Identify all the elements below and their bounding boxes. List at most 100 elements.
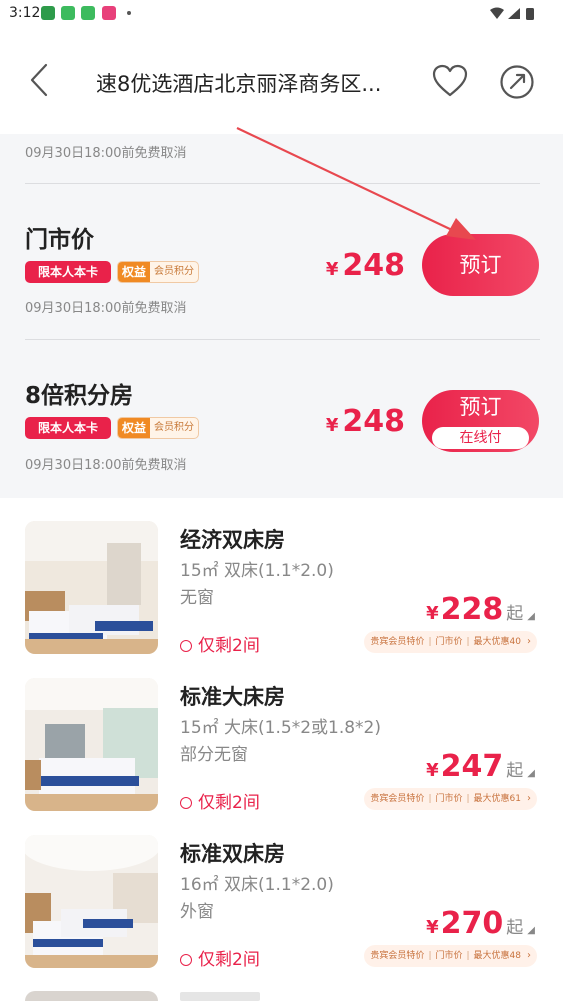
discount-tags[interactable]: 贵宾会员特价 | 门市价 | 最大优惠48 › <box>364 945 537 967</box>
room-photo[interactable] <box>25 678 158 811</box>
discount-tags[interactable]: 贵宾会员特价 | 门市价 | 最大优惠40 › <box>364 631 537 653</box>
vip-price-tag: 贵宾会员特价 <box>370 794 425 804</box>
alarm-clock-icon <box>180 797 192 809</box>
room-photo[interactable] <box>25 835 158 968</box>
back-button[interactable] <box>24 62 56 98</box>
rooms-remaining: 仅剩2间 <box>180 945 260 970</box>
price-value: 247 <box>440 749 504 784</box>
room-photo-image <box>25 521 158 654</box>
pay-online-label: 在线付 <box>432 427 529 449</box>
rack-rate-tag: 门市价 <box>435 637 463 647</box>
divider <box>25 183 540 184</box>
rack-rate-tag: 门市价 <box>435 794 463 804</box>
member-card-tag: 限本人本卡 <box>25 417 111 439</box>
room-spec: 15㎡ 双床(1.1*2.0) <box>180 561 334 581</box>
price-suffix: 起 <box>506 918 524 938</box>
room-window: 外窗 <box>180 902 214 922</box>
expand-triangle-icon: ◢ <box>527 925 535 936</box>
status-bar: 3:12 <box>0 0 563 28</box>
perk-tag: 权益 会员积分 <box>117 261 199 283</box>
chevron-right-icon: › <box>527 950 531 961</box>
system-status-icons <box>489 6 537 25</box>
room-photo-image <box>25 678 158 811</box>
room-window: 部分无窗 <box>180 745 248 765</box>
vip-price-tag: 贵宾会员特价 <box>370 951 425 961</box>
room-spec: 16㎡ 双床(1.1*2.0) <box>180 875 334 895</box>
room-photo-partial[interactable] <box>25 991 158 1001</box>
room-name: 标准大床房 <box>180 685 285 709</box>
rooms-remaining: 仅剩2间 <box>180 631 260 656</box>
room-price[interactable]: ¥270 起 ◢ <box>426 906 535 941</box>
rate-price: ¥248 <box>326 404 405 439</box>
member-card-tag: 限本人本卡 <box>25 261 111 283</box>
perk-tag-detail: 会员积分 <box>154 266 194 277</box>
room-photo[interactable] <box>25 521 158 654</box>
perk-tag-label: 权益 <box>118 418 150 438</box>
currency-symbol: ¥ <box>426 603 439 624</box>
rooms-remaining-text: 仅剩2间 <box>198 636 260 656</box>
rooms-remaining-text: 仅剩2间 <box>198 793 260 813</box>
hotel-title: 速8优选酒店北京丽泽商务区... <box>96 72 382 96</box>
room-photo-image <box>25 835 158 968</box>
expand-triangle-icon: ◢ <box>527 611 535 622</box>
rooms-remaining: 仅剩2间 <box>180 788 260 813</box>
price-suffix: 起 <box>506 761 524 781</box>
room-window: 无窗 <box>180 588 214 608</box>
favorite-button[interactable] <box>432 64 468 98</box>
currency-symbol: ¥ <box>325 415 339 436</box>
book-button[interactable]: 预订 <box>422 234 539 296</box>
price-value: 270 <box>440 906 504 941</box>
notification-app-icon <box>41 6 55 20</box>
nav-bar: 速8优选酒店北京丽泽商务区... <box>0 28 563 134</box>
room-spec: 15㎡ 大床(1.5*2或1.8*2) <box>180 718 382 738</box>
room-name: 经济双床房 <box>180 528 285 552</box>
price-value: 228 <box>440 592 504 627</box>
max-discount-tag: 最大优惠61 <box>473 794 521 804</box>
room-name-partial <box>180 992 260 1001</box>
alarm-clock-icon <box>180 640 192 652</box>
app-icon-pink <box>102 6 116 20</box>
max-discount-tag: 最大优惠40 <box>473 637 521 647</box>
chevron-right-icon: › <box>527 636 531 647</box>
max-discount-tag: 最大优惠48 <box>473 951 521 961</box>
discount-tags[interactable]: 贵宾会员特价 | 门市价 | 最大优惠61 › <box>364 788 537 810</box>
wifi-signal-battery-icon <box>490 7 534 20</box>
book-button-label: 预订 <box>459 253 502 277</box>
more-notifications-dot <box>127 11 131 15</box>
currency-symbol: ¥ <box>426 760 439 781</box>
rack-rate-tag: 门市价 <box>435 951 463 961</box>
heart-icon <box>432 64 468 97</box>
cancel-policy: 09月30日18:00前免费取消 <box>25 458 187 473</box>
room-price[interactable]: ¥247 起 ◢ <box>426 749 535 784</box>
room-list: 经济双床房 15㎡ 双床(1.1*2.0) 无窗 仅剩2间 ¥228 起 ◢ 贵宾会… <box>0 498 563 1001</box>
share-icon <box>500 65 534 99</box>
cancel-policy: 09月30日18:00前免费取消 <box>25 146 187 161</box>
perk-tag: 权益 会员积分 <box>117 417 199 439</box>
perk-tag-detail: 会员积分 <box>154 422 194 433</box>
rate-name: 8倍积分房 <box>25 383 134 409</box>
perk-tag-label: 权益 <box>118 262 150 282</box>
book-button-label: 预订 <box>459 395 502 419</box>
room-name: 标准双床房 <box>180 842 285 866</box>
app-icon-kan <box>61 6 75 20</box>
chevron-right-icon: › <box>527 793 531 804</box>
currency-symbol: ¥ <box>426 917 439 938</box>
divider <box>25 339 540 340</box>
app-icon-kan-2 <box>81 6 95 20</box>
room-price[interactable]: ¥228 起 ◢ <box>426 592 535 627</box>
book-online-button[interactable]: 预订 在线付 <box>422 390 539 452</box>
price-suffix: 起 <box>506 604 524 624</box>
alarm-clock-icon <box>180 954 192 966</box>
cancel-policy: 09月30日18:00前免费取消 <box>25 301 187 316</box>
share-button[interactable] <box>499 64 535 100</box>
expand-triangle-icon: ◢ <box>527 768 535 779</box>
back-icon <box>30 63 48 97</box>
vip-price-tag: 贵宾会员特价 <box>370 637 425 647</box>
rate-name: 门市价 <box>25 227 94 253</box>
price-value: 248 <box>342 404 405 439</box>
rate-price: ¥248 <box>326 248 405 283</box>
price-value: 248 <box>342 248 405 283</box>
status-time: 3:12 <box>9 5 41 21</box>
currency-symbol: ¥ <box>325 259 339 280</box>
rate-plans-panel: 09月30日18:00前免费取消 门市价 限本人本卡 权益 会员积分 ¥248 预… <box>0 134 563 498</box>
